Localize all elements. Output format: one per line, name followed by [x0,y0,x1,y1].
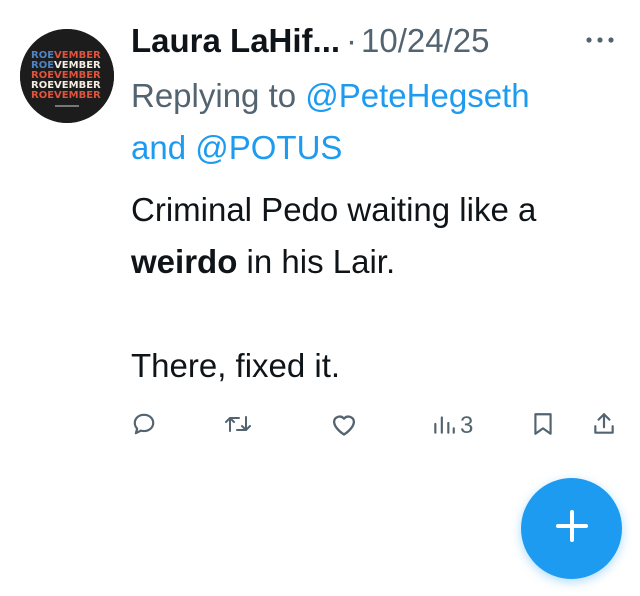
reply-button[interactable] [131,405,157,447]
tweet-text-line-2: weirdo in his Lair. [131,236,636,288]
mention-link-potus[interactable]: @POTUS [195,129,342,166]
bookmark-button[interactable] [531,405,555,447]
svg-text:ROEVEMBER: ROEVEMBER [31,90,101,101]
avatar[interactable]: ROEVEMBER ROEVEMBER ROEVEMBER ROEVEMBER … [20,29,114,123]
heart-icon [330,411,358,442]
views-icon [432,411,456,442]
replying-to-and: and [131,129,196,166]
bold-word: weirdo [131,243,238,280]
separator-dot: · [346,22,358,59]
avatar-graphic: ROEVEMBER ROEVEMBER ROEVEMBER ROEVEMBER … [20,29,114,123]
views-count: 3 [460,412,474,439]
views-button[interactable]: 3 [432,405,473,447]
replying-to: Replying to @PeteHegseth and @POTUS [131,70,626,174]
replying-to-label: Replying to [131,77,306,114]
more-horizontal-icon [585,31,615,49]
bookmark-icon [531,411,555,442]
plus-icon [552,506,592,551]
share-button[interactable] [591,405,617,447]
retweet-icon [223,411,253,442]
mention-link-petehegseth[interactable]: @PeteHegseth [305,77,529,114]
author-name[interactable]: Laura LaHif... [131,22,340,60]
tweet-date[interactable]: 10/24/25 [361,22,489,60]
reply-icon [131,411,157,442]
retweet-button[interactable] [223,405,253,447]
tweet-header: Laura LaHif... · 10/24/25 [131,18,490,64]
tweet-text: Criminal Pedo waiting like a weirdo in h… [131,184,636,392]
more-options-button[interactable] [580,22,620,58]
tweet-text-line-1: Criminal Pedo waiting like a [131,191,537,228]
like-button[interactable] [330,405,358,447]
tweet-text-line-3: There, fixed it. [131,347,341,384]
tweet-text-line-2-rest: in his Lair. [237,243,396,280]
compose-button[interactable] [521,478,622,579]
action-bar: 3 [0,405,640,447]
share-icon [591,411,617,442]
